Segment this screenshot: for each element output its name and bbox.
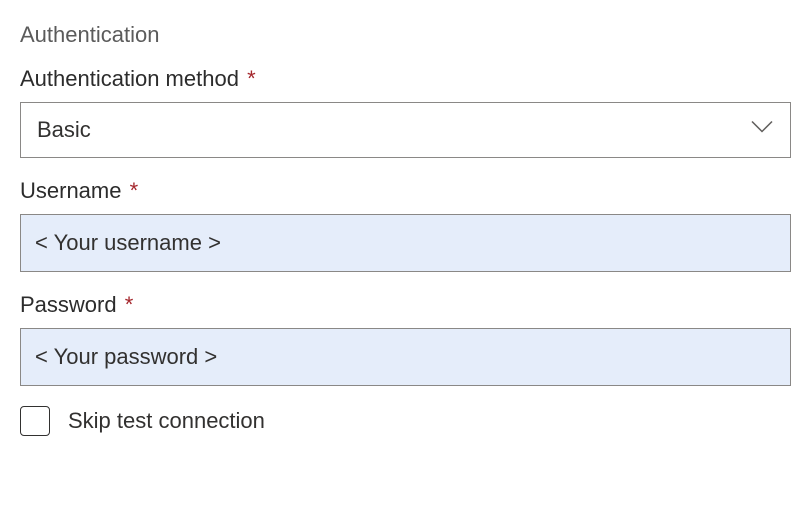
auth-method-value: Basic bbox=[37, 117, 91, 143]
skip-test-label[interactable]: Skip test connection bbox=[68, 408, 265, 434]
password-label: Password * bbox=[20, 292, 791, 318]
auth-method-label-text: Authentication method bbox=[20, 66, 239, 91]
authentication-section: Authentication Authentication method * B… bbox=[20, 22, 791, 436]
username-label-text: Username bbox=[20, 178, 121, 203]
password-field: Password * bbox=[20, 292, 791, 386]
username-label: Username * bbox=[20, 178, 791, 204]
username-field: Username * bbox=[20, 178, 791, 272]
auth-method-select-wrapper: Basic bbox=[20, 102, 791, 158]
skip-test-checkbox[interactable] bbox=[20, 406, 50, 436]
auth-method-field: Authentication method * Basic bbox=[20, 66, 791, 158]
required-asterisk: * bbox=[125, 292, 134, 317]
password-input[interactable] bbox=[20, 328, 791, 386]
auth-method-select[interactable]: Basic bbox=[20, 102, 791, 158]
required-asterisk: * bbox=[247, 66, 256, 91]
username-input[interactable] bbox=[20, 214, 791, 272]
required-asterisk: * bbox=[130, 178, 139, 203]
skip-test-row: Skip test connection bbox=[20, 406, 791, 436]
section-title: Authentication bbox=[20, 22, 791, 48]
password-label-text: Password bbox=[20, 292, 117, 317]
auth-method-label: Authentication method * bbox=[20, 66, 791, 92]
